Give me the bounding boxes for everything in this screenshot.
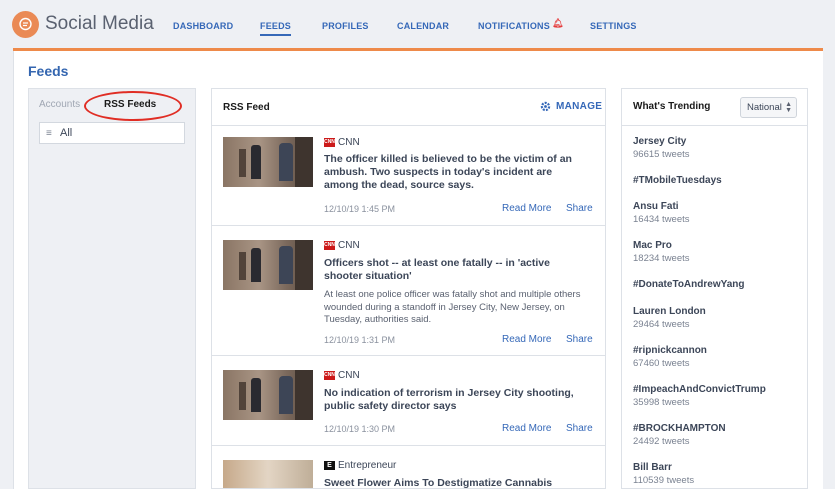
rss-feed-panel: RSS Feed MANAGE CNN CNN The officer kill… xyxy=(211,88,606,489)
feed-item: CNN CNN No indication of terrorism in Je… xyxy=(212,356,605,446)
trend-name: #ripnickcannon xyxy=(633,345,707,356)
trend-count: 96615 tweets xyxy=(633,149,690,160)
trend-item[interactable]: #TMobileTuesdays xyxy=(633,175,722,186)
trend-item[interactable]: Jersey City 96615 tweets xyxy=(633,136,690,160)
cnn-logo-icon: CNN xyxy=(324,241,335,250)
article-thumbnail[interactable] xyxy=(223,460,313,488)
feed-date: 12/10/19 1:30 PM xyxy=(324,424,396,434)
read-more-link[interactable]: Read More xyxy=(502,423,551,434)
trend-name: Lauren London xyxy=(633,306,706,317)
article-thumbnail[interactable] xyxy=(223,240,313,290)
tab-accounts[interactable]: Accounts xyxy=(39,99,80,110)
trend-name: #DonateToAndrewYang xyxy=(633,279,745,290)
list-icon: ≡ xyxy=(46,128,52,139)
trend-item[interactable]: #BROCKHAMPTON 24492 tweets xyxy=(633,423,726,447)
rss-feed-header: RSS Feed MANAGE xyxy=(212,89,605,126)
feed-source-panel xyxy=(28,88,196,489)
trend-item[interactable]: Bill Barr 110539 tweets xyxy=(633,462,694,486)
feed-item: CNN CNN The officer killed is believed t… xyxy=(212,126,605,226)
share-link[interactable]: Share xyxy=(566,203,593,214)
nav-dashboard[interactable]: DASHBOARD xyxy=(173,21,233,31)
bell-icon: 🔔︎ xyxy=(551,18,564,28)
feed-source: CNN xyxy=(338,240,360,251)
trending-header: What's Trending National ▲ ▼ xyxy=(622,89,807,126)
read-more-link[interactable]: Read More xyxy=(502,203,551,214)
trend-count: 16434 tweets xyxy=(633,214,690,225)
trend-name: #TMobileTuesdays xyxy=(633,175,722,186)
trend-count: 18234 tweets xyxy=(633,253,690,264)
trend-item[interactable]: Ansu Fati 16434 tweets xyxy=(633,201,690,225)
trend-name: Bill Barr xyxy=(633,462,672,473)
nav-profiles[interactable]: PROFILES xyxy=(322,21,369,31)
feed-filter-all-label: All xyxy=(60,127,73,139)
trend-count: 35998 tweets xyxy=(633,397,690,408)
feed-headline[interactable]: The officer killed is believed to be the… xyxy=(324,153,589,192)
trending-title: What's Trending xyxy=(633,101,711,112)
trend-count: 67460 tweets xyxy=(633,358,690,369)
manage-button[interactable]: MANAGE xyxy=(556,101,602,112)
article-thumbnail[interactable] xyxy=(223,370,313,420)
feed-date: 12/10/19 1:45 PM xyxy=(324,204,396,214)
feed-source: Entrepreneur xyxy=(338,460,397,471)
top-bar: Social Media DASHBOARD FEEDS PROFILES CA… xyxy=(0,0,835,50)
region-select[interactable]: National ▲ ▼ xyxy=(740,97,797,118)
region-select-value: National xyxy=(747,102,782,113)
cnn-logo-icon: CNN xyxy=(324,371,335,380)
feed-item: E Entrepreneur Sweet Flower Aims To Dest… xyxy=(212,446,605,488)
share-link[interactable]: Share xyxy=(566,423,593,434)
share-link[interactable]: Share xyxy=(566,334,593,345)
cnn-logo-icon: CNN xyxy=(324,138,335,147)
app-title: Social Media xyxy=(45,13,154,34)
trend-count: 24492 tweets xyxy=(633,436,690,447)
nav-notifications[interactable]: NOTIFICATIONS 🔔︎ xyxy=(478,18,564,32)
feed-date: 12/10/19 1:31 PM xyxy=(324,335,396,345)
article-thumbnail[interactable] xyxy=(223,137,313,187)
trend-count: 110539 tweets xyxy=(633,475,695,486)
highlight-annotation xyxy=(84,91,182,121)
feed-headline[interactable]: Officers shot -- at least one fatally --… xyxy=(324,257,589,283)
nav-notifications-label: NOTIFICATIONS xyxy=(478,21,550,31)
trend-item[interactable]: #DonateToAndrewYang xyxy=(633,279,745,290)
nav-feeds[interactable]: FEEDS xyxy=(260,21,292,36)
trend-item[interactable]: Mac Pro 18234 tweets xyxy=(633,240,690,264)
trend-name: Jersey City xyxy=(633,136,687,147)
feed-headline[interactable]: Sweet Flower Aims To Destigmatize Cannab… xyxy=(324,477,589,488)
chat-bubble-logo-icon[interactable] xyxy=(12,11,39,38)
trend-item[interactable]: #ripnickcannon 67460 tweets xyxy=(633,345,707,369)
trend-name: Mac Pro xyxy=(633,240,672,251)
trend-name: #BROCKHAMPTON xyxy=(633,423,726,434)
nav-settings[interactable]: SETTINGS xyxy=(590,21,637,31)
trend-count: 29464 tweets xyxy=(633,319,690,330)
feed-summary: At least one police officer was fatally … xyxy=(324,289,581,325)
trend-name: Ansu Fati xyxy=(633,201,679,212)
feed-headline[interactable]: No indication of terrorism in Jersey Cit… xyxy=(324,387,589,413)
read-more-link[interactable]: Read More xyxy=(502,334,551,345)
trend-name: #ImpeachAndConvictTrump xyxy=(633,384,766,395)
page-title: Feeds xyxy=(28,63,69,79)
trending-panel: What's Trending National ▲ ▼ Jersey City … xyxy=(621,88,808,489)
feed-item: CNN CNN Officers shot -- at least one fa… xyxy=(212,226,605,356)
entrepreneur-logo-icon: E xyxy=(324,461,335,470)
gear-icon xyxy=(540,101,551,112)
feed-filter-all[interactable]: ≡ All xyxy=(39,122,185,144)
select-arrows-icon: ▲ ▼ xyxy=(785,101,792,114)
nav-calendar[interactable]: CALENDAR xyxy=(397,21,449,31)
trend-item[interactable]: #ImpeachAndConvictTrump 35998 tweets xyxy=(633,384,766,408)
trend-item[interactable]: Lauren London 29464 tweets xyxy=(633,306,706,330)
feed-source: CNN xyxy=(338,370,360,381)
rss-feed-title: RSS Feed xyxy=(223,102,270,113)
feed-source: CNN xyxy=(338,137,360,148)
